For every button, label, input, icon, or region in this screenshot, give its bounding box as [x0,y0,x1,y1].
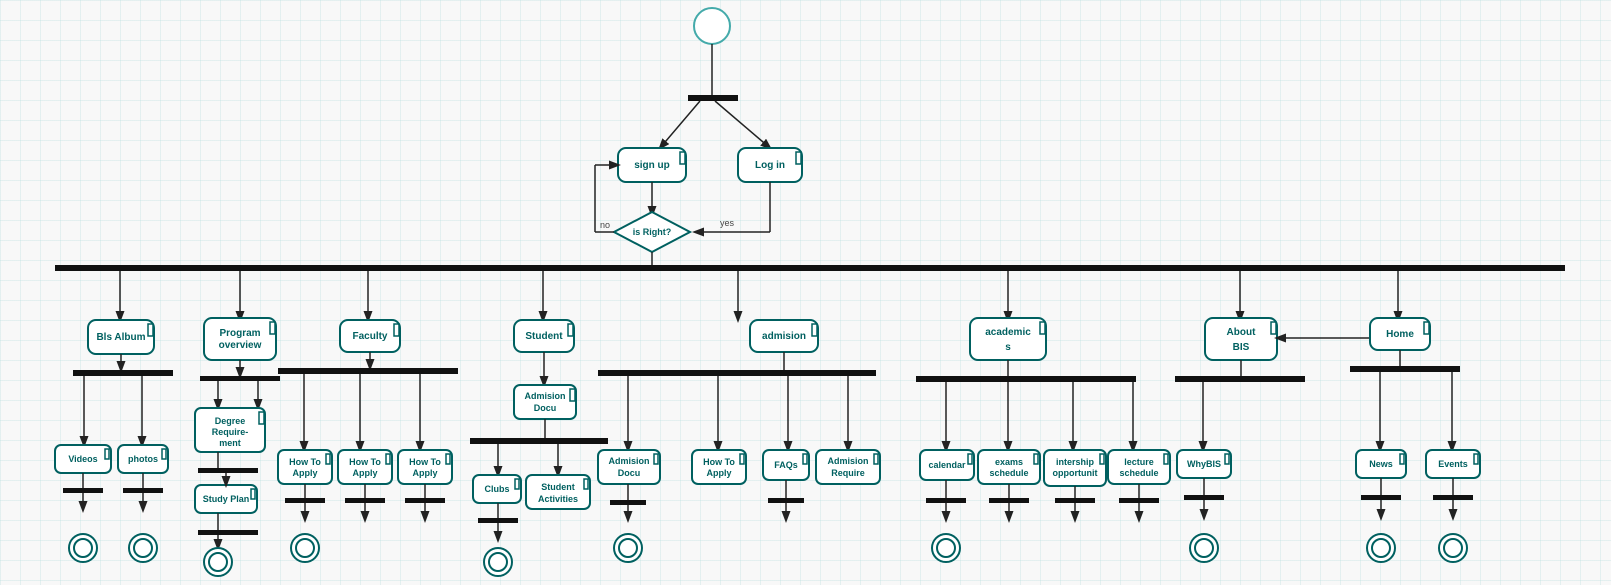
svg-text:Admision: Admision [608,456,649,466]
svg-text:schedule: schedule [1119,468,1158,478]
svg-text:calendar: calendar [928,460,966,470]
svg-text:Admision: Admision [827,456,868,466]
svg-text:News: News [1369,459,1393,469]
svg-text:Bls Album: Bls Album [96,332,145,343]
svg-text:Apply: Apply [706,468,731,478]
svg-text:opportunit: opportunit [1053,468,1098,478]
svg-text:exams: exams [995,457,1023,467]
svg-text:How To: How To [289,457,321,467]
svg-text:admision: admision [762,331,806,342]
svg-text:yes: yes [720,218,735,228]
svg-text:Apply: Apply [412,468,437,478]
diagram-svg: sign up Log in yes is Right? no [0,0,1611,585]
svg-text:no: no [600,220,610,230]
svg-text:photos: photos [128,454,158,464]
svg-text:Require-: Require- [212,427,249,437]
svg-text:intership: intership [1056,457,1095,467]
svg-text:is Right?: is Right? [633,227,672,237]
svg-text:overview: overview [219,340,262,351]
svg-text:Docu: Docu [534,403,557,413]
svg-text:schedule: schedule [989,468,1028,478]
svg-text:ment: ment [219,438,241,448]
svg-text:How To: How To [409,457,441,467]
svg-text:Docu: Docu [618,468,641,478]
svg-text:Activities: Activities [538,494,578,504]
svg-text:Clubs: Clubs [484,484,509,494]
svg-text:Videos: Videos [68,454,97,464]
svg-text:Events: Events [1438,459,1468,469]
svg-text:Program: Program [219,328,260,339]
svg-text:Log in: Log in [755,160,785,171]
diagram-canvas: sign up Log in yes is Right? no [0,0,1611,585]
svg-text:Study Plan: Study Plan [203,494,250,504]
svg-text:BIS: BIS [1233,342,1250,353]
svg-text:Admision: Admision [524,391,565,401]
svg-text:Home: Home [1386,329,1414,340]
svg-text:Faculty: Faculty [352,331,387,342]
svg-text:Apply: Apply [352,468,377,478]
svg-text:Apply: Apply [292,468,317,478]
svg-text:Student: Student [541,482,575,492]
svg-text:How To: How To [703,457,735,467]
svg-text:s: s [1005,342,1011,353]
svg-text:sign up: sign up [634,160,670,171]
svg-text:Degree: Degree [215,416,246,426]
svg-text:Require: Require [831,468,865,478]
svg-text:lecture: lecture [1124,457,1154,467]
svg-text:FAQs: FAQs [774,460,798,470]
svg-text:About: About [1227,327,1257,338]
svg-text:Student: Student [525,331,563,342]
svg-text:academic: academic [985,327,1031,338]
svg-text:WhyBIS: WhyBIS [1187,459,1221,469]
svg-text:How To: How To [349,457,381,467]
